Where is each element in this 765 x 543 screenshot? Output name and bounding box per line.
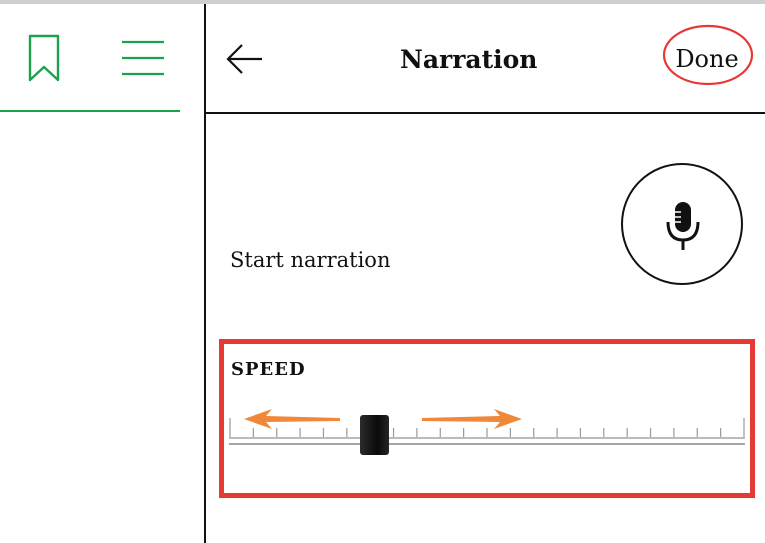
- done-button[interactable]: Done: [662, 36, 752, 82]
- active-tab-underline: [0, 110, 180, 112]
- menu-icon: [122, 40, 164, 76]
- back-arrow-icon: [226, 44, 262, 74]
- menu-button[interactable]: [118, 34, 168, 84]
- microphone-icon: [666, 202, 700, 250]
- start-narration-button[interactable]: [621, 163, 743, 285]
- speed-slider-track[interactable]: [226, 402, 748, 460]
- speed-label: SPEED: [231, 359, 306, 380]
- speed-slider-ticks: [229, 418, 745, 438]
- page-title: Narration: [400, 45, 538, 74]
- bookmark-icon: [28, 34, 60, 82]
- header-divider: [206, 112, 765, 114]
- left-toolbar: [0, 4, 205, 543]
- bookmark-button[interactable]: [22, 34, 66, 84]
- speed-slider-thumb[interactable]: [360, 415, 389, 455]
- start-narration-label: Start narration: [230, 248, 391, 272]
- back-button[interactable]: [222, 40, 266, 78]
